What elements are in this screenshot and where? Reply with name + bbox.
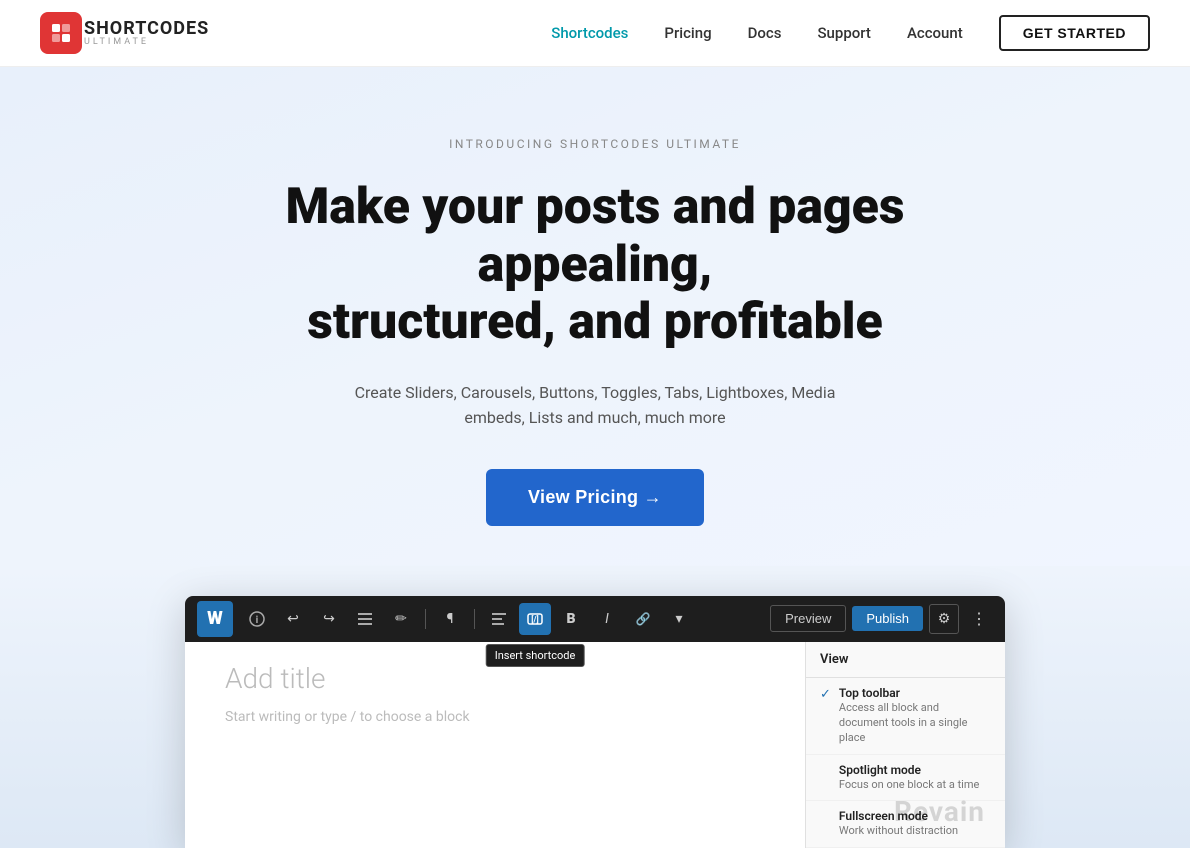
toolbar-pen-icon[interactable]: ✏: [385, 603, 417, 635]
publish-button[interactable]: Publish: [852, 606, 923, 631]
toolbar-right: Preview Publish ⚙ ⋮: [770, 604, 993, 634]
view-check-fullscreen: ✓: [820, 810, 831, 825]
hero-subtitle: Create Sliders, Carousels, Buttons, Togg…: [345, 380, 845, 431]
settings-gear-button[interactable]: ⚙: [929, 604, 959, 634]
hero-section: INTRODUCING SHORTCODES ULTIMATE Make you…: [0, 67, 1190, 566]
insert-shortcode-wrap: [/] Insert shortcode: [519, 603, 551, 635]
wp-content: Add title Start writing or type / to cho…: [185, 642, 1005, 848]
nav-shortcodes[interactable]: Shortcodes: [551, 24, 628, 42]
logo-svg: [49, 21, 73, 45]
preview-button[interactable]: Preview: [770, 605, 846, 632]
navbar: SHORTCODES ULTIMATE Shortcodes Pricing D…: [0, 0, 1190, 67]
view-item-text-spotlight: Spotlight mode Focus on one block at a t…: [839, 763, 979, 792]
more-options-button[interactable]: ⋮: [965, 605, 993, 633]
toolbar-link-icon[interactable]: 🔗: [627, 603, 659, 635]
toolbar-bold-icon[interactable]: B: [555, 603, 587, 635]
view-item-top-toolbar: ✓ Top toolbar Access all block and docum…: [806, 678, 1005, 755]
view-item-text-top-toolbar: Top toolbar Access all block and documen…: [839, 686, 991, 746]
logo-icon: [40, 12, 82, 54]
nav-support[interactable]: Support: [817, 24, 870, 42]
hero-title: Make your posts and pages appealing, str…: [215, 179, 975, 352]
view-check-spotlight: ✓: [820, 764, 831, 779]
wp-logo-button[interactable]: W: [197, 601, 233, 637]
toolbar-separator: [425, 609, 426, 629]
view-check-top-toolbar: ✓: [820, 687, 831, 702]
get-started-button[interactable]: GET STARTED: [999, 15, 1150, 51]
hero-title-line2: structured, and profitable: [307, 293, 883, 351]
view-item-desc-top-toolbar: Access all block and document tools in a…: [839, 700, 991, 746]
hero-title-line1: Make your posts and pages appealing,: [285, 178, 904, 294]
start-writing-placeholder[interactable]: Start writing or type / to choose a bloc…: [225, 709, 765, 725]
toolbar-separator2: [474, 609, 475, 629]
wp-toolbar: W i ↩ ↪ ✏ ¶ [/]: [185, 596, 1005, 642]
browser-mockup: W i ↩ ↪ ✏ ¶ [/]: [185, 596, 1005, 848]
toolbar-info-icon[interactable]: i: [241, 603, 273, 635]
view-item-title-top-toolbar: Top toolbar: [839, 686, 991, 700]
logo: SHORTCODES ULTIMATE: [40, 12, 209, 54]
logo-sub: ULTIMATE: [84, 38, 209, 47]
revain-watermark: Revain: [894, 795, 985, 828]
nav-account[interactable]: Account: [907, 24, 963, 42]
view-pricing-button[interactable]: View Pricing →: [486, 469, 704, 526]
navbar-nav: Shortcodes Pricing Docs Support Account …: [551, 15, 1150, 51]
svg-text:[/]: [/]: [531, 615, 538, 624]
hero-intro: INTRODUCING SHORTCODES ULTIMATE: [40, 137, 1150, 151]
nav-docs[interactable]: Docs: [748, 24, 782, 42]
toolbar-align-icon[interactable]: [483, 603, 515, 635]
toolbar-italic-icon[interactable]: I: [591, 603, 623, 635]
svg-text:i: i: [256, 615, 259, 626]
toolbar-more-inline[interactable]: ▾: [663, 603, 695, 635]
logo-text: SHORTCODES ULTIMATE: [84, 20, 209, 47]
insert-shortcode-tooltip: Insert shortcode: [486, 644, 585, 667]
nav-pricing[interactable]: Pricing: [664, 24, 711, 42]
view-panel-header: View: [806, 642, 1005, 678]
screenshot-area: W i ↩ ↪ ✏ ¶ [/]: [0, 566, 1190, 848]
toolbar-redo-icon[interactable]: ↪: [313, 603, 345, 635]
view-item-desc-spotlight: Focus on one block at a time: [839, 777, 979, 792]
wp-editor-main: Add title Start writing or type / to cho…: [185, 642, 805, 848]
view-item-title-spotlight: Spotlight mode: [839, 763, 979, 777]
toolbar-undo-icon[interactable]: ↩: [277, 603, 309, 635]
insert-shortcode-button[interactable]: [/]: [519, 603, 551, 635]
toolbar-list-icon[interactable]: [349, 603, 381, 635]
logo-main: SHORTCODES: [84, 20, 209, 38]
toolbar-paragraph-icon[interactable]: ¶: [434, 603, 466, 635]
